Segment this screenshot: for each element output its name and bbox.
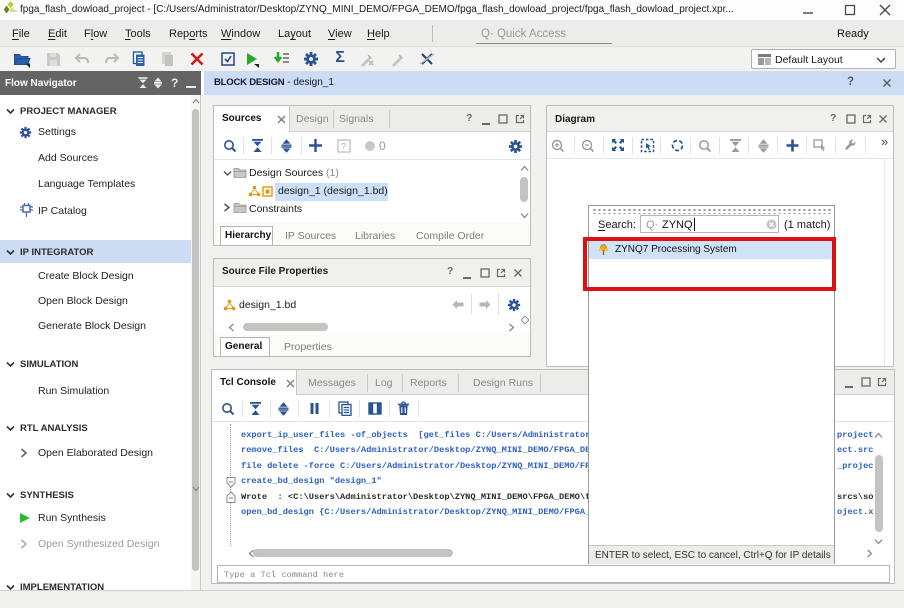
svg-text:?: ? [341,142,346,152]
